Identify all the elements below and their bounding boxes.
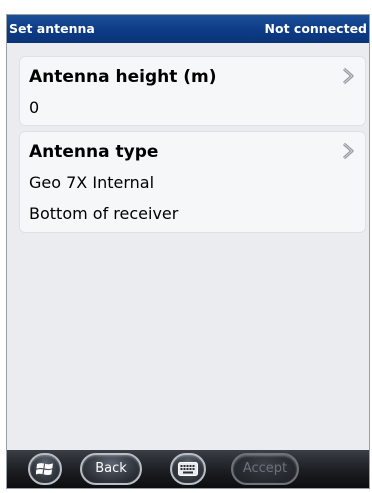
antenna-height-item[interactable]: Antenna height (m) 0: [19, 56, 366, 126]
accept-button[interactable]: Accept: [231, 453, 299, 485]
keyboard-icon: [178, 462, 198, 476]
back-button[interactable]: Back: [80, 453, 142, 485]
soft-key-bar: Back Accept: [7, 450, 369, 488]
screen-title: Set antenna: [9, 21, 95, 36]
windows-logo-icon: [36, 463, 53, 475]
start-button[interactable]: [28, 453, 62, 485]
keyboard-button[interactable]: [170, 453, 206, 485]
title-bar: Set antenna Not connected: [7, 15, 369, 43]
antenna-height-heading: Antenna height (m): [29, 67, 217, 87]
connection-status: Not connected: [264, 21, 367, 36]
antenna-measure-to-value: Bottom of receiver: [29, 204, 179, 223]
antenna-type-item[interactable]: Antenna type Geo 7X Internal Bottom of r…: [19, 131, 366, 233]
antenna-height-value: 0: [29, 98, 40, 117]
settings-list: Antenna height (m) 0 Antenna type Geo 7X…: [7, 43, 369, 450]
app-window: Set antenna Not connected Antenna height…: [7, 15, 369, 488]
antenna-type-heading: Antenna type: [29, 142, 159, 162]
antenna-type-value: Geo 7X Internal: [29, 173, 155, 192]
chevron-right-icon: [343, 142, 354, 160]
chevron-right-icon: [343, 67, 354, 85]
